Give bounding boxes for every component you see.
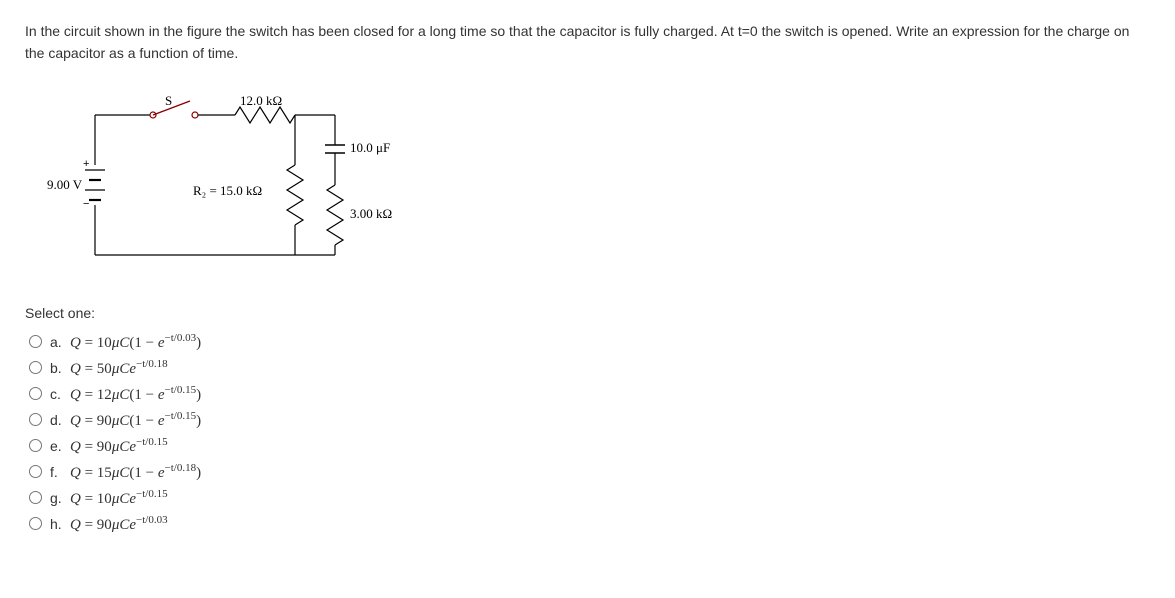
option-radio[interactable] (29, 439, 42, 452)
option-radio[interactable] (29, 413, 42, 426)
switch-label: S (165, 95, 172, 108)
r2-label: R₂ = 15.0 kΩ (193, 183, 262, 198)
option-radio[interactable] (29, 491, 42, 504)
option-formula: Q = 12μC(1 − e−t/0.15) (70, 384, 201, 404)
option-row: h. Q = 90μCe−t/0.03 (25, 511, 1150, 537)
option-letter: e. (50, 438, 64, 454)
option-radio[interactable] (29, 335, 42, 348)
option-row: e. Q = 90μCe−t/0.15 (25, 433, 1150, 459)
cap-label: 10.0 μF (350, 140, 390, 155)
option-letter: f. (50, 464, 64, 480)
option-radio[interactable] (29, 387, 42, 400)
option-radio[interactable] (29, 517, 42, 530)
select-one-label: Select one: (25, 305, 1150, 321)
voltage-label: 9.00 V (47, 177, 83, 192)
option-letter: b. (50, 360, 64, 376)
option-row: a. Q = 10μC(1 − e−t/0.03) (25, 329, 1150, 355)
option-radio[interactable] (29, 361, 42, 374)
option-row: b. Q = 50μCe−t/0.18 (25, 355, 1150, 381)
svg-text:+: + (83, 158, 89, 170)
option-letter: d. (50, 412, 64, 428)
option-row: f. Q = 15μC(1 − e−t/0.18) (25, 459, 1150, 485)
option-letter: h. (50, 516, 64, 532)
r3-label: 3.00 kΩ (350, 206, 392, 221)
option-formula: Q = 90μCe−t/0.15 (70, 436, 168, 456)
option-row: d. Q = 90μC(1 − e−t/0.15) (25, 407, 1150, 433)
option-formula: Q = 10μCe−t/0.15 (70, 488, 168, 508)
svg-text:−: − (83, 198, 89, 210)
options-list: a. Q = 10μC(1 − e−t/0.03) b. Q = 50μCe−t/0.… (25, 329, 1150, 537)
option-letter: a. (50, 334, 64, 350)
option-letter: c. (50, 386, 64, 402)
option-formula: Q = 90μCe−t/0.03 (70, 514, 168, 534)
option-letter: g. (50, 490, 64, 506)
option-formula: Q = 10μC(1 − e−t/0.03) (70, 332, 201, 352)
question-text: In the circuit shown in the figure the s… (25, 20, 1150, 65)
circuit-diagram: + − S 12.0 kΩ 10.0 μF 9.0 (45, 95, 425, 275)
option-formula: Q = 50μCe−t/0.18 (70, 358, 168, 378)
option-row: c. Q = 12μC(1 − e−t/0.15) (25, 381, 1150, 407)
option-radio[interactable] (29, 465, 42, 478)
r1-label: 12.0 kΩ (240, 95, 282, 108)
option-formula: Q = 15μC(1 − e−t/0.18) (70, 462, 201, 482)
option-formula: Q = 90μC(1 − e−t/0.15) (70, 410, 201, 430)
option-row: g. Q = 10μCe−t/0.15 (25, 485, 1150, 511)
